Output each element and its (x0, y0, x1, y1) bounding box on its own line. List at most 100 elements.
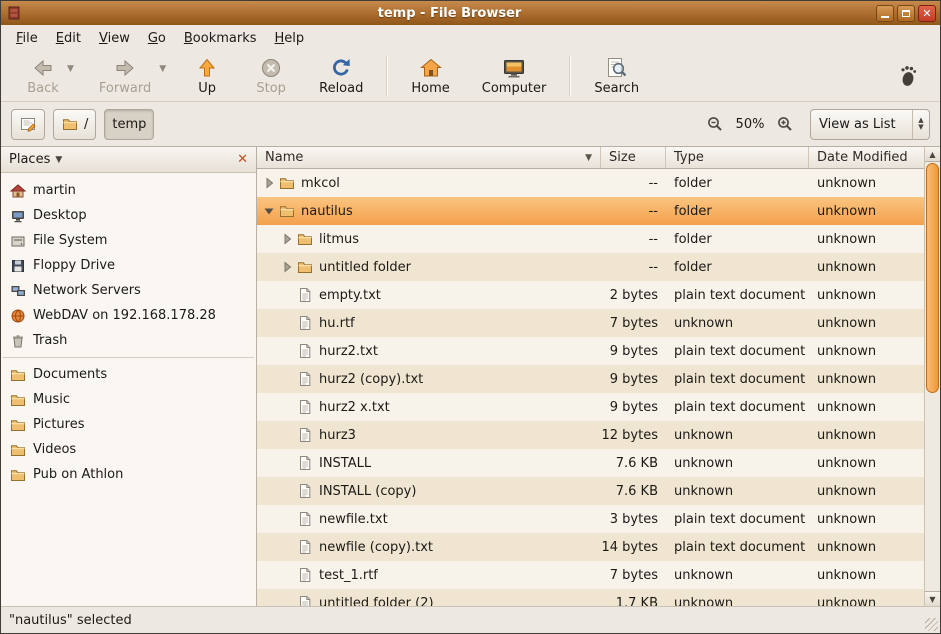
table-row[interactable]: empty.txt2 bytesplain text documentunkno… (257, 281, 924, 309)
sidebar-item-pub-on-athlon[interactable]: Pub on Athlon (1, 462, 256, 487)
back-history-dropdown[interactable]: ▼ (67, 64, 74, 74)
sidebar-item-pictures[interactable]: Pictures (1, 412, 256, 437)
table-row[interactable]: hurz2 (copy).txt9 bytesplain text docume… (257, 365, 924, 393)
toolbar-separator (386, 56, 388, 96)
text-file-icon (297, 343, 313, 359)
back-group: Back▼ (20, 53, 74, 99)
expander-expanded-icon[interactable] (261, 203, 277, 219)
table-row[interactable]: newfile (copy).txt14 bytesplain text doc… (257, 533, 924, 561)
stop-button[interactable]: Stop (248, 53, 294, 99)
sidebar-item-label: Desktop (33, 208, 87, 223)
sidebar-item-videos[interactable]: Videos (1, 437, 256, 462)
table-row[interactable]: INSTALL7.6 KBunknownunknown (257, 449, 924, 477)
zoom-out-button[interactable] (706, 115, 724, 133)
table-row[interactable]: hurz2.txt9 bytesplain text documentunkno… (257, 337, 924, 365)
table-row[interactable]: mkcol--folderunknown (257, 169, 924, 197)
forward-history-dropdown[interactable]: ▼ (159, 64, 166, 74)
reload-icon (329, 56, 353, 80)
menu-file[interactable]: File (7, 27, 47, 50)
column-header-name[interactable]: Name▼ (257, 147, 601, 169)
file-size: -- (601, 260, 666, 275)
expander-collapsed-icon[interactable] (279, 231, 295, 247)
table-row[interactable]: nautilus--folderunknown (257, 197, 924, 225)
view-mode-select[interactable]: View as List ▲▼ (810, 109, 930, 140)
file-rows: mkcol--folderunknownnautilus--folderunkn… (257, 169, 924, 606)
expander-collapsed-icon[interactable] (279, 259, 295, 275)
scrollbar-thumb[interactable] (926, 163, 939, 393)
column-header-date-modified[interactable]: Date Modified (809, 147, 924, 169)
file-name: litmus (319, 232, 359, 247)
vertical-scrollbar[interactable]: ▲ ▼ (924, 147, 940, 606)
sidebar-item-documents[interactable]: Documents (1, 362, 256, 387)
forward-button[interactable]: Forward (92, 53, 158, 99)
scroll-down-button[interactable]: ▼ (925, 591, 940, 606)
menu-bookmarks[interactable]: Bookmarks (175, 27, 266, 50)
table-row[interactable]: hurz312 bytesunknownunknown (257, 421, 924, 449)
table-row[interactable]: untitled folder--folderunknown (257, 253, 924, 281)
sidebar-close-button[interactable]: ✕ (237, 153, 248, 166)
edit-location-button[interactable] (11, 109, 45, 140)
sidebar-item-network-servers[interactable]: Network Servers (1, 278, 256, 303)
back-icon (31, 56, 55, 80)
path-current-button[interactable]: temp (104, 109, 154, 140)
view-mode-label: View as List (811, 117, 912, 132)
text-file-icon (297, 427, 313, 443)
file-size: -- (601, 176, 666, 191)
file-size: 12 bytes (601, 428, 666, 443)
close-button[interactable]: ✕ (918, 5, 936, 22)
menu-view[interactable]: View (90, 27, 139, 50)
maximize-button[interactable] (897, 5, 915, 22)
places-header[interactable]: Places ▼ ✕ (1, 147, 256, 173)
back-button[interactable]: Back (20, 53, 66, 99)
computer-button[interactable]: Computer (475, 53, 554, 99)
sidebar-item-webdav-on-192-168-178-28[interactable]: WebDAV on 192.168.178.28 (1, 303, 256, 328)
text-file-icon (297, 287, 313, 303)
sidebar-item-music[interactable]: Music (1, 387, 256, 412)
sidebar-item-desktop[interactable]: Desktop (1, 203, 256, 228)
text-file-icon (297, 399, 313, 415)
folder-icon (279, 175, 295, 191)
menu-go[interactable]: Go (139, 27, 175, 50)
table-row[interactable]: hurz2 x.txt9 bytesplain text documentunk… (257, 393, 924, 421)
sidebar-item-martin[interactable]: martin (1, 178, 256, 203)
table-row[interactable]: INSTALL (copy)7.6 KBunknownunknown (257, 477, 924, 505)
menu-edit[interactable]: Edit (47, 27, 90, 50)
table-row[interactable]: hu.rtf7 bytesunknownunknown (257, 309, 924, 337)
maximize-icon (902, 10, 910, 17)
table-row[interactable]: untitled folder (2)1.7 KBunknownunknown (257, 589, 924, 606)
sort-descending-icon: ▼ (585, 153, 592, 163)
zoom-in-button[interactable] (776, 115, 794, 133)
sidebar-item-label: Floppy Drive (33, 258, 115, 273)
menu-help[interactable]: Help (266, 27, 314, 50)
scroll-up-button[interactable]: ▲ (925, 147, 940, 162)
places-list: martin Desktop File System Floppy Drive Netw… (1, 173, 256, 487)
up-button[interactable]: Up (184, 53, 230, 99)
table-row[interactable]: litmus--folderunknown (257, 225, 924, 253)
resize-grip[interactable] (925, 618, 938, 631)
expander-collapsed-icon[interactable] (261, 175, 277, 191)
folder-icon (10, 417, 26, 433)
file-name: newfile.txt (319, 512, 388, 527)
search-button[interactable]: Search (587, 53, 646, 99)
file-size: 2 bytes (601, 288, 666, 303)
folder-icon (297, 231, 313, 247)
sidebar-item-trash[interactable]: Trash (1, 328, 256, 353)
sidebar-item-floppy-drive[interactable]: Floppy Drive (1, 253, 256, 278)
window-icon (5, 4, 23, 22)
titlebar[interactable]: temp - File Browser ✕ (1, 1, 940, 25)
view-mode-spinner-icon: ▲▼ (912, 110, 929, 139)
table-row[interactable]: newfile.txt3 bytesplain text documentunk… (257, 505, 924, 533)
column-header-type[interactable]: Type (666, 147, 809, 169)
expander-slot (279, 539, 295, 555)
sidebar-item-file-system[interactable]: File System (1, 228, 256, 253)
reload-button[interactable]: Reload (312, 53, 370, 99)
home-button[interactable]: Home (404, 53, 456, 99)
column-header-size[interactable]: Size (601, 147, 666, 169)
chevron-down-icon: ▼ (55, 155, 62, 165)
file-list-area: Name▼SizeTypeDate Modified mkcol--folder… (257, 147, 940, 606)
minimize-button[interactable] (876, 5, 894, 22)
minimize-icon (881, 16, 889, 18)
table-row[interactable]: test_1.rtf7 bytesunknownunknown (257, 561, 924, 589)
path-root-button[interactable]: / (53, 109, 96, 140)
file-type: plain text document (666, 540, 809, 555)
